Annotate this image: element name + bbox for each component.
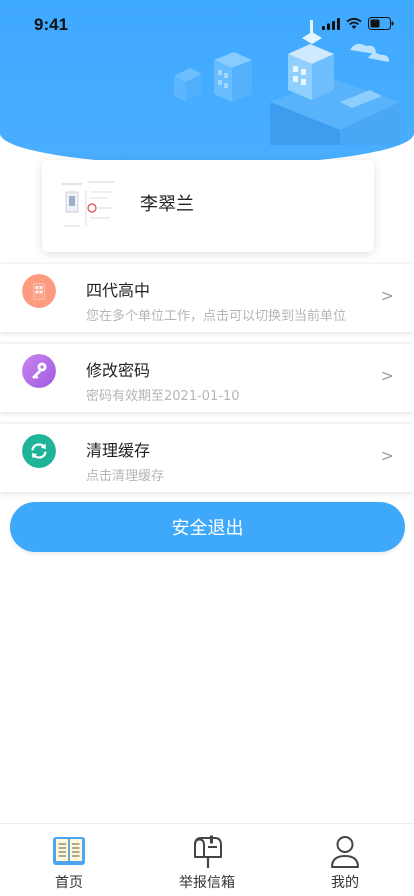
tab-report-mailbox[interactable]: 举报信箱: [138, 824, 276, 896]
menu-row-change-password[interactable]: 修改密码 密码有效期至2021-01-10 >: [0, 344, 414, 412]
key-icon: [22, 354, 56, 388]
status-time: 9:41: [34, 15, 69, 34]
tab-label: 首页: [55, 875, 83, 891]
user-icon: [331, 836, 359, 868]
status-icons: [322, 17, 394, 30]
row-title: 修改密码: [86, 361, 151, 380]
row-subtitle: 您在多个单位工作，点击可以切换到当前单位: [86, 309, 347, 324]
tab-home[interactable]: 首页: [0, 824, 138, 896]
building-icon: [22, 274, 56, 308]
profile-name: 李翠兰: [140, 194, 194, 215]
row-subtitle: 点击清理缓存: [86, 469, 165, 484]
chevron-right-icon: >: [380, 446, 394, 465]
menu-row-clear-cache[interactable]: 清理缓存 点击清理缓存 >: [0, 424, 414, 492]
book-icon: [53, 837, 85, 865]
profile-document-thumbnail: [58, 178, 118, 234]
chevron-right-icon: >: [380, 286, 394, 305]
refresh-icon: [22, 434, 56, 468]
screen: 9:41 李翠兰 四代高中 您在多个单位工作，点击可以切换到当前单位 > 修改密…: [0, 0, 414, 896]
tab-bar: 首页 举报信箱 我的: [0, 823, 414, 896]
status-bar: 9:41: [0, 0, 414, 44]
mailbox-icon: [194, 835, 222, 868]
row-title: 清理缓存: [86, 441, 151, 460]
row-subtitle: 密码有效期至2021-01-10: [86, 389, 240, 404]
chevron-right-icon: >: [380, 366, 394, 385]
menu-row-switch-unit[interactable]: 四代高中 您在多个单位工作，点击可以切换到当前单位 >: [0, 264, 414, 332]
wifi-icon: [346, 17, 362, 29]
tab-mine[interactable]: 我的: [276, 824, 414, 896]
tab-label: 举报信箱: [179, 875, 235, 891]
profile-card[interactable]: 李翠兰: [42, 160, 374, 252]
signal-icon: [322, 17, 340, 30]
tab-label: 我的: [331, 875, 359, 891]
row-title: 四代高中: [86, 281, 151, 300]
battery-icon: [368, 17, 394, 30]
logout-button[interactable]: 安全退出: [10, 502, 405, 552]
